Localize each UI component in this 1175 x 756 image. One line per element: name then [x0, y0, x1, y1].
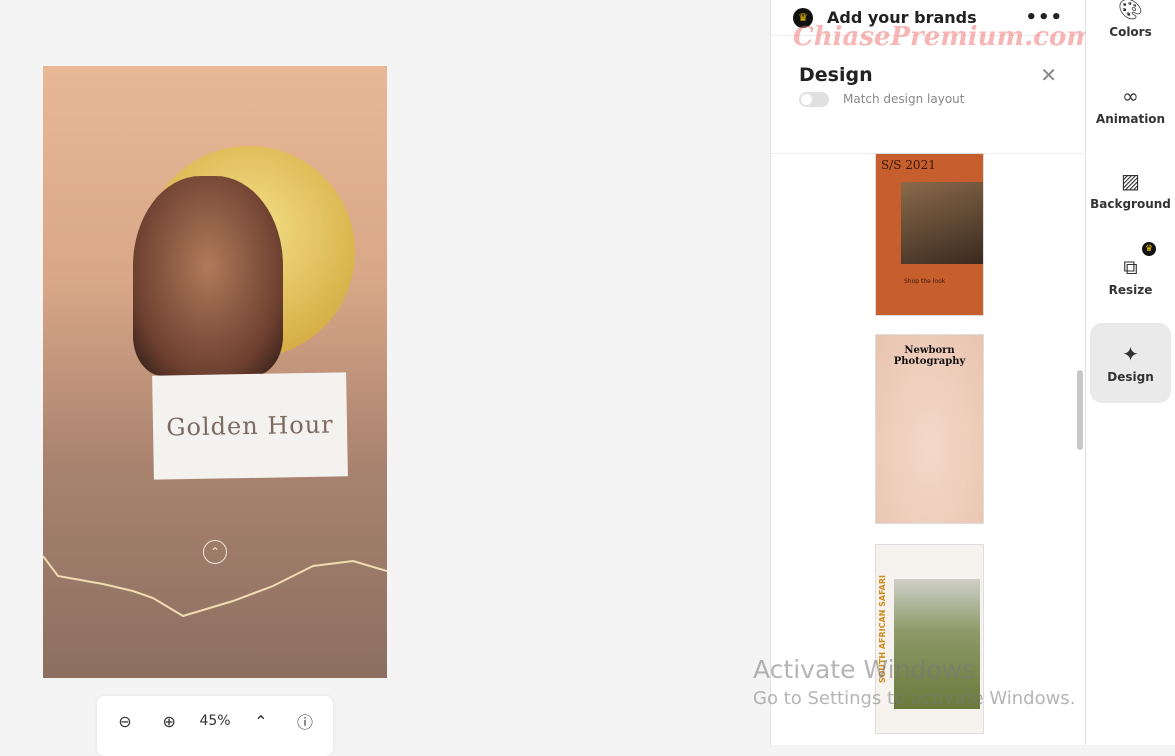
activate-subtitle: Go to Settings to activate Windows. [753, 688, 1076, 709]
rail-label: Background [1090, 197, 1171, 211]
resize-icon: ⧉ [1123, 255, 1138, 279]
chevron-up-icon[interactable]: ⌃ [247, 712, 275, 731]
right-rail: 🎨︎ Colors ∞ Animation ▨ Background ♛ ⧉ Resize… [1086, 0, 1175, 745]
info-icon[interactable]: ⓘ [291, 709, 319, 733]
rail-label: Resize [1108, 283, 1153, 297]
close-icon[interactable]: ✕ [1040, 63, 1057, 87]
scrollbar[interactable] [1077, 370, 1083, 450]
activate-windows-overlay: Activate Windows Go to Settings to activ… [753, 655, 1075, 709]
rail-item-colors[interactable]: 🎨︎ Colors [1090, 0, 1171, 58]
zoom-toolbar: ⊖ ⊕ 45% ⌃ ⓘ [97, 696, 333, 756]
activate-title: Activate Windows [753, 655, 975, 684]
zoom-in-icon[interactable]: ⊕ [155, 712, 183, 731]
rail-item-animation[interactable]: ∞ Animation [1090, 65, 1171, 145]
crown-icon: ♛ [1140, 240, 1158, 258]
animation-icon: ∞ [1122, 84, 1139, 108]
template-thumbnail[interactable]: S/S 2021 Shop the look [875, 153, 984, 316]
chevron-up-icon[interactable]: ⌃ [203, 540, 227, 564]
background-icon: ▨ [1121, 169, 1140, 193]
template-photo [901, 182, 983, 264]
match-layout-toggle[interactable] [799, 91, 829, 107]
template-thumbnail[interactable]: Newborn Photography [875, 334, 984, 524]
zoom-out-icon[interactable]: ⊖ [111, 712, 139, 731]
template-subtitle: Shop the look [904, 278, 946, 285]
rail-label: Colors [1109, 25, 1152, 39]
watermark: ChiasePremium.com [793, 22, 1094, 52]
template-title: S/S 2021 [881, 158, 936, 172]
torn-paper-label[interactable]: Golden Hour [152, 372, 348, 480]
portrait-photo [133, 176, 283, 376]
rail-label: Animation [1095, 112, 1166, 126]
panel-title: Design [799, 64, 873, 86]
match-layout-label: Match design layout [843, 92, 965, 106]
rail-label: Design [1107, 370, 1154, 384]
rail-item-resize[interactable]: ♛ ⧉ Resize [1090, 236, 1171, 316]
design-panel: ♛ Add your brands ••• ChiasePremium.com … [770, 0, 1094, 745]
canvas-area: Golden Hour ⌃ ⊖ ⊕ 45% ⌃ ⓘ [0, 0, 770, 756]
template-title: Newborn Photography [893, 345, 966, 367]
rail-item-design[interactable]: ✦ Design [1090, 323, 1171, 403]
palette-icon: 🎨︎ [1117, 0, 1144, 21]
magic-wand-icon: ✦ [1122, 342, 1139, 366]
rail-item-background[interactable]: ▨ Background [1090, 150, 1171, 230]
design-text[interactable]: Golden Hour [166, 411, 334, 442]
design-preview[interactable]: Golden Hour ⌃ [43, 66, 387, 678]
zoom-level[interactable]: 45% [199, 713, 230, 729]
